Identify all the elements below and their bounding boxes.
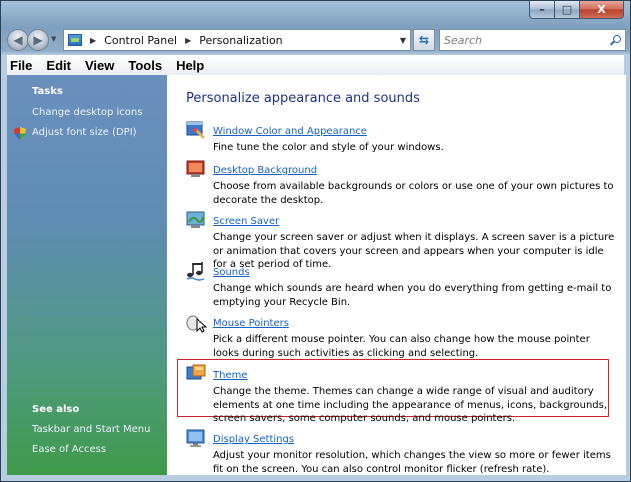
close-button[interactable]: X — [580, 1, 624, 19]
mouse-pointers-item: Mouse Pointers Pick a different mouse po… — [213, 311, 618, 360]
change-desktop-icons-link[interactable]: Change desktop icons — [32, 107, 142, 118]
minimize-button[interactable]: – — [529, 1, 555, 19]
screen-saver-link[interactable]: Screen Saver — [213, 215, 279, 228]
breadcrumb-personalization[interactable]: Personalization — [199, 34, 282, 47]
chevron-right-icon[interactable]: ▶ — [185, 36, 191, 45]
refresh-icon: ⇆ — [418, 33, 430, 47]
theme-desc: Change the theme. Themes can change a wi… — [213, 386, 608, 424]
window-color-icon — [186, 121, 205, 139]
menu-view[interactable]: View — [79, 58, 122, 73]
chevron-right-icon[interactable]: ▶ — [90, 36, 96, 45]
theme-item: Theme Change the theme. Themes can chang… — [213, 363, 618, 426]
search-icon[interactable] — [610, 34, 621, 46]
refresh-button[interactable]: ⇆ — [413, 29, 435, 51]
address-dropdown-icon[interactable]: ▼ — [400, 36, 406, 45]
main-content: Personalize appearance and sounds Window… — [167, 75, 626, 475]
display-settings-item: Display Settings Adjust your monitor res… — [213, 427, 618, 475]
display-settings-icon — [186, 429, 205, 447]
breadcrumb-control-panel[interactable]: Control Panel — [104, 34, 177, 47]
desktop-background-item: Desktop Background Choose from available… — [213, 158, 618, 207]
address-bar[interactable]: ▶ Control Panel ▶ Personalization ▼ — [63, 29, 411, 51]
desktop-background-icon — [186, 160, 205, 177]
back-arrow-icon: ◀ — [13, 33, 23, 47]
search-input[interactable]: Search — [439, 29, 626, 51]
page-title: Personalize appearance and sounds — [186, 91, 420, 106]
forward-button[interactable]: ▶ — [27, 29, 49, 51]
sounds-desc: Change which sounds are heard when you d… — [213, 283, 612, 308]
back-button[interactable]: ◀ — [7, 29, 29, 51]
theme-icon — [186, 364, 206, 380]
adjust-font-size-link[interactable]: Adjust font size (DPI) — [32, 127, 137, 138]
control-panel-icon — [68, 34, 82, 46]
tasks-heading: Tasks — [32, 86, 63, 97]
display-settings-link[interactable]: Display Settings — [213, 433, 294, 446]
maximize-button[interactable]: □ — [555, 1, 580, 19]
menu-edit[interactable]: Edit — [40, 58, 79, 73]
uac-shield-icon — [14, 127, 26, 140]
forward-arrow-icon: ▶ — [33, 33, 43, 47]
window-color-link[interactable]: Window Color and Appearance — [213, 125, 367, 138]
mouse-pointers-desc: Pick a different mouse pointer. You can … — [213, 334, 590, 359]
caption-buttons: – □ X — [529, 1, 624, 19]
display-settings-desc: Adjust your monitor resolution, which ch… — [213, 450, 611, 475]
desktop-background-desc: Choose from available backgrounds or col… — [213, 181, 614, 206]
recent-pages-dropdown-icon[interactable]: ▼ — [51, 35, 56, 43]
desktop-background-link[interactable]: Desktop Background — [213, 164, 317, 177]
mouse-pointers-link[interactable]: Mouse Pointers — [213, 317, 289, 330]
ease-of-access-link[interactable]: Ease of Access — [32, 444, 106, 455]
taskbar-start-menu-link[interactable]: Taskbar and Start Menu — [32, 424, 150, 435]
window-color-desc: Fine tune the color and style of your wi… — [213, 142, 444, 153]
menu-tools[interactable]: Tools — [122, 58, 170, 73]
navigation-bar: ◀ ▶ ▼ ▶ Control Panel ▶ Personalization … — [7, 27, 626, 51]
menu-file[interactable]: File — [7, 58, 40, 73]
sounds-icon — [186, 262, 205, 281]
screen-saver-icon — [186, 211, 205, 228]
search-placeholder: Search — [444, 33, 483, 47]
see-also-heading: See also — [32, 404, 80, 415]
mouse-pointer-icon — [186, 315, 207, 333]
theme-link[interactable]: Theme — [213, 369, 248, 382]
menu-help[interactable]: Help — [170, 58, 212, 73]
task-pane: Tasks Change desktop icons Adjust font s… — [7, 75, 167, 475]
sounds-link[interactable]: Sounds — [213, 266, 250, 279]
sounds-item: Sounds Change which sounds are heard whe… — [213, 260, 618, 309]
menu-bar: File Edit View Tools Help — [7, 55, 624, 76]
window-color-item: Window Color and Appearance Fine tune th… — [213, 119, 618, 155]
personalization-window: – □ X ◀ ▶ ▼ ▶ Control Panel ▶ Personaliz… — [0, 0, 631, 482]
